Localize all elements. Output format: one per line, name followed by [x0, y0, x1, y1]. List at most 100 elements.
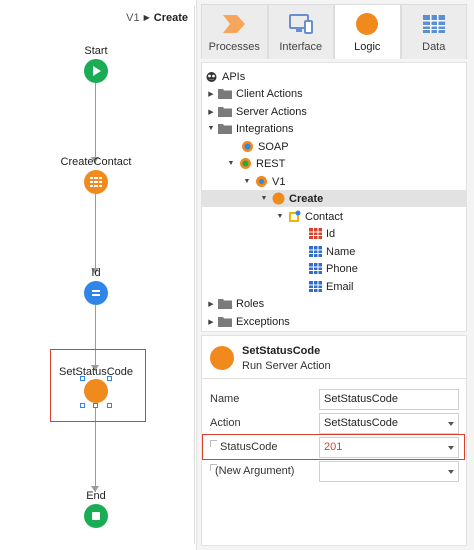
equals-icon [92, 290, 100, 296]
tab-label: Logic [354, 41, 381, 53]
end-node-label: End [86, 490, 106, 502]
collapse-arrow-icon[interactable]: ▼ [275, 213, 285, 220]
tree-item-client-actions[interactable]: ▶ Client Actions [202, 85, 466, 102]
tree-label: Id [326, 227, 336, 240]
tree-item-email[interactable]: Email [202, 278, 466, 295]
resize-handle[interactable] [93, 403, 98, 408]
folder-icon [218, 298, 232, 310]
assign-node-label: Id [91, 267, 101, 279]
tab-interface[interactable]: Interface [267, 4, 334, 59]
property-label: Name [210, 393, 240, 405]
property-label: StatusCode [220, 441, 278, 453]
interface-icon [288, 14, 313, 34]
tab-label: Interface [279, 41, 323, 53]
attribute-icon [308, 281, 322, 293]
property-label: (New Argument) [215, 465, 295, 477]
action-select-value: SetStatusCode [324, 417, 398, 429]
breadcrumb-separator-icon: ▶ [143, 13, 150, 22]
property-row-action: Action SetStatusCode [202, 413, 466, 435]
flow-connector[interactable] [95, 83, 96, 163]
breadcrumb-current: Create [153, 12, 188, 24]
properties-title: SetStatusCode [242, 345, 321, 357]
tab-label: Processes [208, 41, 260, 53]
tree-item-roles[interactable]: ▶ Roles [202, 295, 466, 312]
right-panel: Processes Interface Logic Data APIs ▶ Cl… [196, 0, 474, 550]
logic-tree: APIs ▶ Client Actions ▶ Server Actions ▼… [201, 62, 467, 332]
new-argument-field[interactable] [319, 461, 459, 482]
logic-icon [356, 13, 379, 35]
properties-subtitle: Run Server Action [242, 360, 331, 372]
tree-label: Email [326, 280, 354, 293]
flow-canvas[interactable]: V1 ▶ Create Start CreateContact Id SetStat… [6, 6, 195, 544]
tree-item-server-actions[interactable]: ▶ Server Actions [202, 103, 466, 120]
entity-action-icon [90, 177, 102, 187]
property-row-name: Name SetStatusCode [202, 389, 466, 411]
property-row-statuscode: StatusCode 201 [202, 437, 466, 459]
tree-label: Integrations [236, 122, 294, 135]
properties-header: SetStatusCode Run Server Action [202, 336, 466, 379]
tree-item-name[interactable]: Name [202, 243, 466, 260]
tree-label: Contact [305, 210, 343, 223]
server-action-node[interactable] [84, 379, 108, 403]
start-node[interactable] [84, 59, 108, 83]
start-node-label: Start [84, 45, 108, 57]
processes-icon [223, 15, 246, 33]
breadcrumb-parent[interactable]: V1 [126, 12, 139, 24]
tree-label: SOAP [258, 140, 289, 153]
tree-label: Roles [236, 297, 265, 310]
tree-item-v1[interactable]: ▼ V1 [202, 173, 466, 190]
data-icon [422, 15, 445, 33]
input-parameter-icon [287, 210, 301, 223]
tree-label: Create [289, 192, 324, 205]
tree-label: Name [326, 245, 356, 258]
folder-icon [218, 88, 232, 100]
folder-open-icon [218, 123, 232, 135]
tree-item-rest[interactable]: ▼ REST [202, 155, 466, 172]
tree-item-contact[interactable]: ▼ Contact [202, 208, 466, 225]
chevron-down-icon [448, 446, 454, 450]
tree-item-phone[interactable]: Phone [202, 260, 466, 277]
create-node-label: CreateContact [60, 156, 132, 168]
action-select[interactable]: SetStatusCode [319, 413, 459, 434]
tree-label: Server Actions [236, 105, 307, 118]
create-contact-node[interactable] [84, 170, 108, 194]
rest-method-icon [254, 176, 268, 188]
tree-item-integrations[interactable]: ▼ Integrations [202, 120, 466, 137]
statuscode-value: 201 [324, 441, 343, 453]
collapse-arrow-icon[interactable]: ▼ [206, 125, 216, 132]
tree-label: Client Actions [236, 87, 303, 100]
tree-item-id[interactable]: Id [202, 225, 466, 242]
flow-connector[interactable] [95, 194, 96, 274]
chevron-down-icon [448, 470, 454, 474]
tree-item-apis[interactable]: APIs [202, 68, 466, 85]
expand-arrow-icon[interactable]: ▶ [206, 318, 216, 326]
end-node[interactable] [84, 504, 108, 528]
expand-arrow-icon[interactable]: ▶ [206, 300, 216, 308]
soap-icon [240, 141, 254, 153]
panel-tabs: Processes Interface Logic Data [201, 4, 467, 59]
statuscode-field[interactable]: 201 [319, 437, 459, 458]
server-action-node-label: SetStatusCode [59, 366, 133, 378]
assign-node[interactable] [84, 281, 108, 305]
tab-processes[interactable]: Processes [201, 4, 268, 59]
tree-label: Phone [326, 262, 358, 275]
resize-handle[interactable] [107, 376, 112, 381]
expand-arrow-icon[interactable]: ▶ [206, 90, 216, 98]
tree-item-exceptions[interactable]: ▶ Exceptions [202, 313, 466, 330]
collapse-arrow-icon[interactable]: ▼ [242, 178, 252, 185]
collapse-arrow-icon[interactable]: ▼ [259, 195, 269, 202]
tab-label: Data [422, 41, 446, 53]
tab-data[interactable]: Data [400, 4, 467, 59]
tree-label: APIs [222, 70, 246, 83]
tree-item-create[interactable]: ▼ Create [202, 190, 466, 207]
resize-handle[interactable] [80, 376, 85, 381]
resize-handle[interactable] [80, 403, 85, 408]
collapse-arrow-icon[interactable]: ▼ [226, 160, 236, 167]
name-field[interactable]: SetStatusCode [319, 389, 459, 410]
tree-item-soap[interactable]: SOAP [202, 138, 466, 155]
resize-handle[interactable] [107, 403, 112, 408]
identifier-attribute-icon [308, 228, 322, 240]
play-icon [93, 66, 101, 76]
expand-arrow-icon[interactable]: ▶ [206, 108, 216, 116]
tab-logic[interactable]: Logic [334, 4, 401, 59]
